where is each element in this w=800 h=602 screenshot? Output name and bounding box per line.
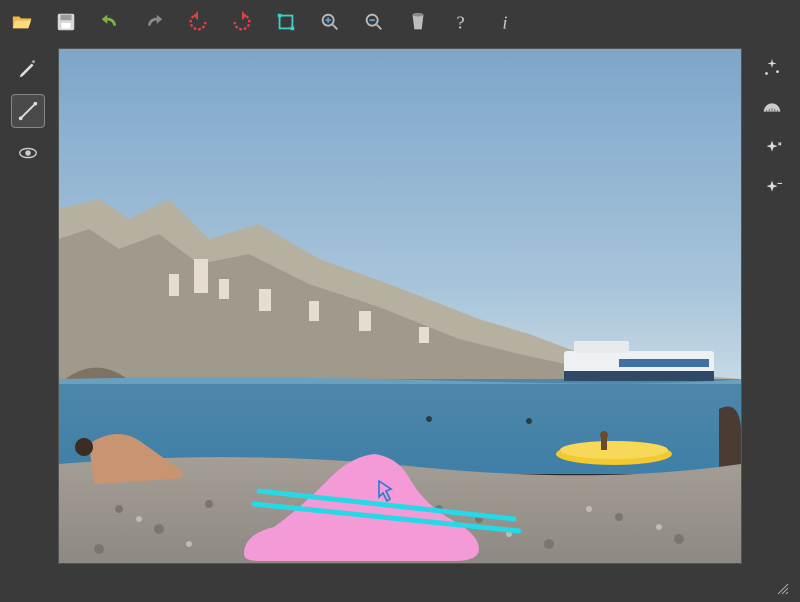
- line-tool[interactable]: [11, 94, 45, 128]
- zoom-out-button[interactable]: [360, 8, 388, 36]
- zoom-out-icon: [363, 11, 385, 33]
- crop-icon: [275, 11, 297, 33]
- effects-button[interactable]: [756, 52, 788, 84]
- help-button[interactable]: ?: [448, 8, 476, 36]
- save-button[interactable]: [52, 8, 80, 36]
- contrast-icon: [761, 137, 783, 159]
- rotate-cw-icon: [231, 11, 253, 33]
- contrast-button[interactable]: [756, 132, 788, 164]
- brush-tool[interactable]: [11, 52, 45, 86]
- right-toolbar: [752, 52, 792, 204]
- help-icon: ?: [451, 11, 473, 33]
- bucket-icon: [407, 11, 429, 33]
- top-toolbar: ? i: [8, 4, 520, 40]
- zoom-in-button[interactable]: [316, 8, 344, 36]
- rotate-cw-button[interactable]: [228, 8, 256, 36]
- canvas[interactable]: [59, 49, 741, 563]
- left-toolbar: [8, 52, 48, 170]
- undo-icon: [99, 11, 121, 33]
- undo-button[interactable]: [96, 8, 124, 36]
- zoom-in-icon: [319, 11, 341, 33]
- folder-open-icon: [11, 11, 33, 33]
- redo-icon: [143, 11, 165, 33]
- fill-button[interactable]: [404, 8, 432, 36]
- svg-text:?: ?: [457, 12, 465, 32]
- svg-text:i: i: [502, 12, 507, 32]
- save-icon: [55, 11, 77, 33]
- sparkle-icon: [761, 57, 783, 79]
- brightness-icon: [761, 177, 783, 199]
- resize-grip-icon: [776, 582, 790, 596]
- straighten-button[interactable]: [756, 92, 788, 124]
- info-button[interactable]: i: [492, 8, 520, 36]
- redo-button[interactable]: [140, 8, 168, 36]
- photo-content: [59, 49, 741, 563]
- open-button[interactable]: [8, 8, 36, 36]
- info-icon: i: [495, 11, 517, 33]
- brightness-button[interactable]: [756, 172, 788, 204]
- redeye-tool[interactable]: [11, 136, 45, 170]
- line-tool-icon: [17, 100, 39, 122]
- redeye-icon: [17, 142, 39, 164]
- canvas-frame: [58, 48, 742, 564]
- rotate-ccw-icon: [187, 11, 209, 33]
- protractor-icon: [761, 97, 783, 119]
- rotate-ccw-button[interactable]: [184, 8, 212, 36]
- crop-button[interactable]: [272, 8, 300, 36]
- pencil-icon: [17, 58, 39, 80]
